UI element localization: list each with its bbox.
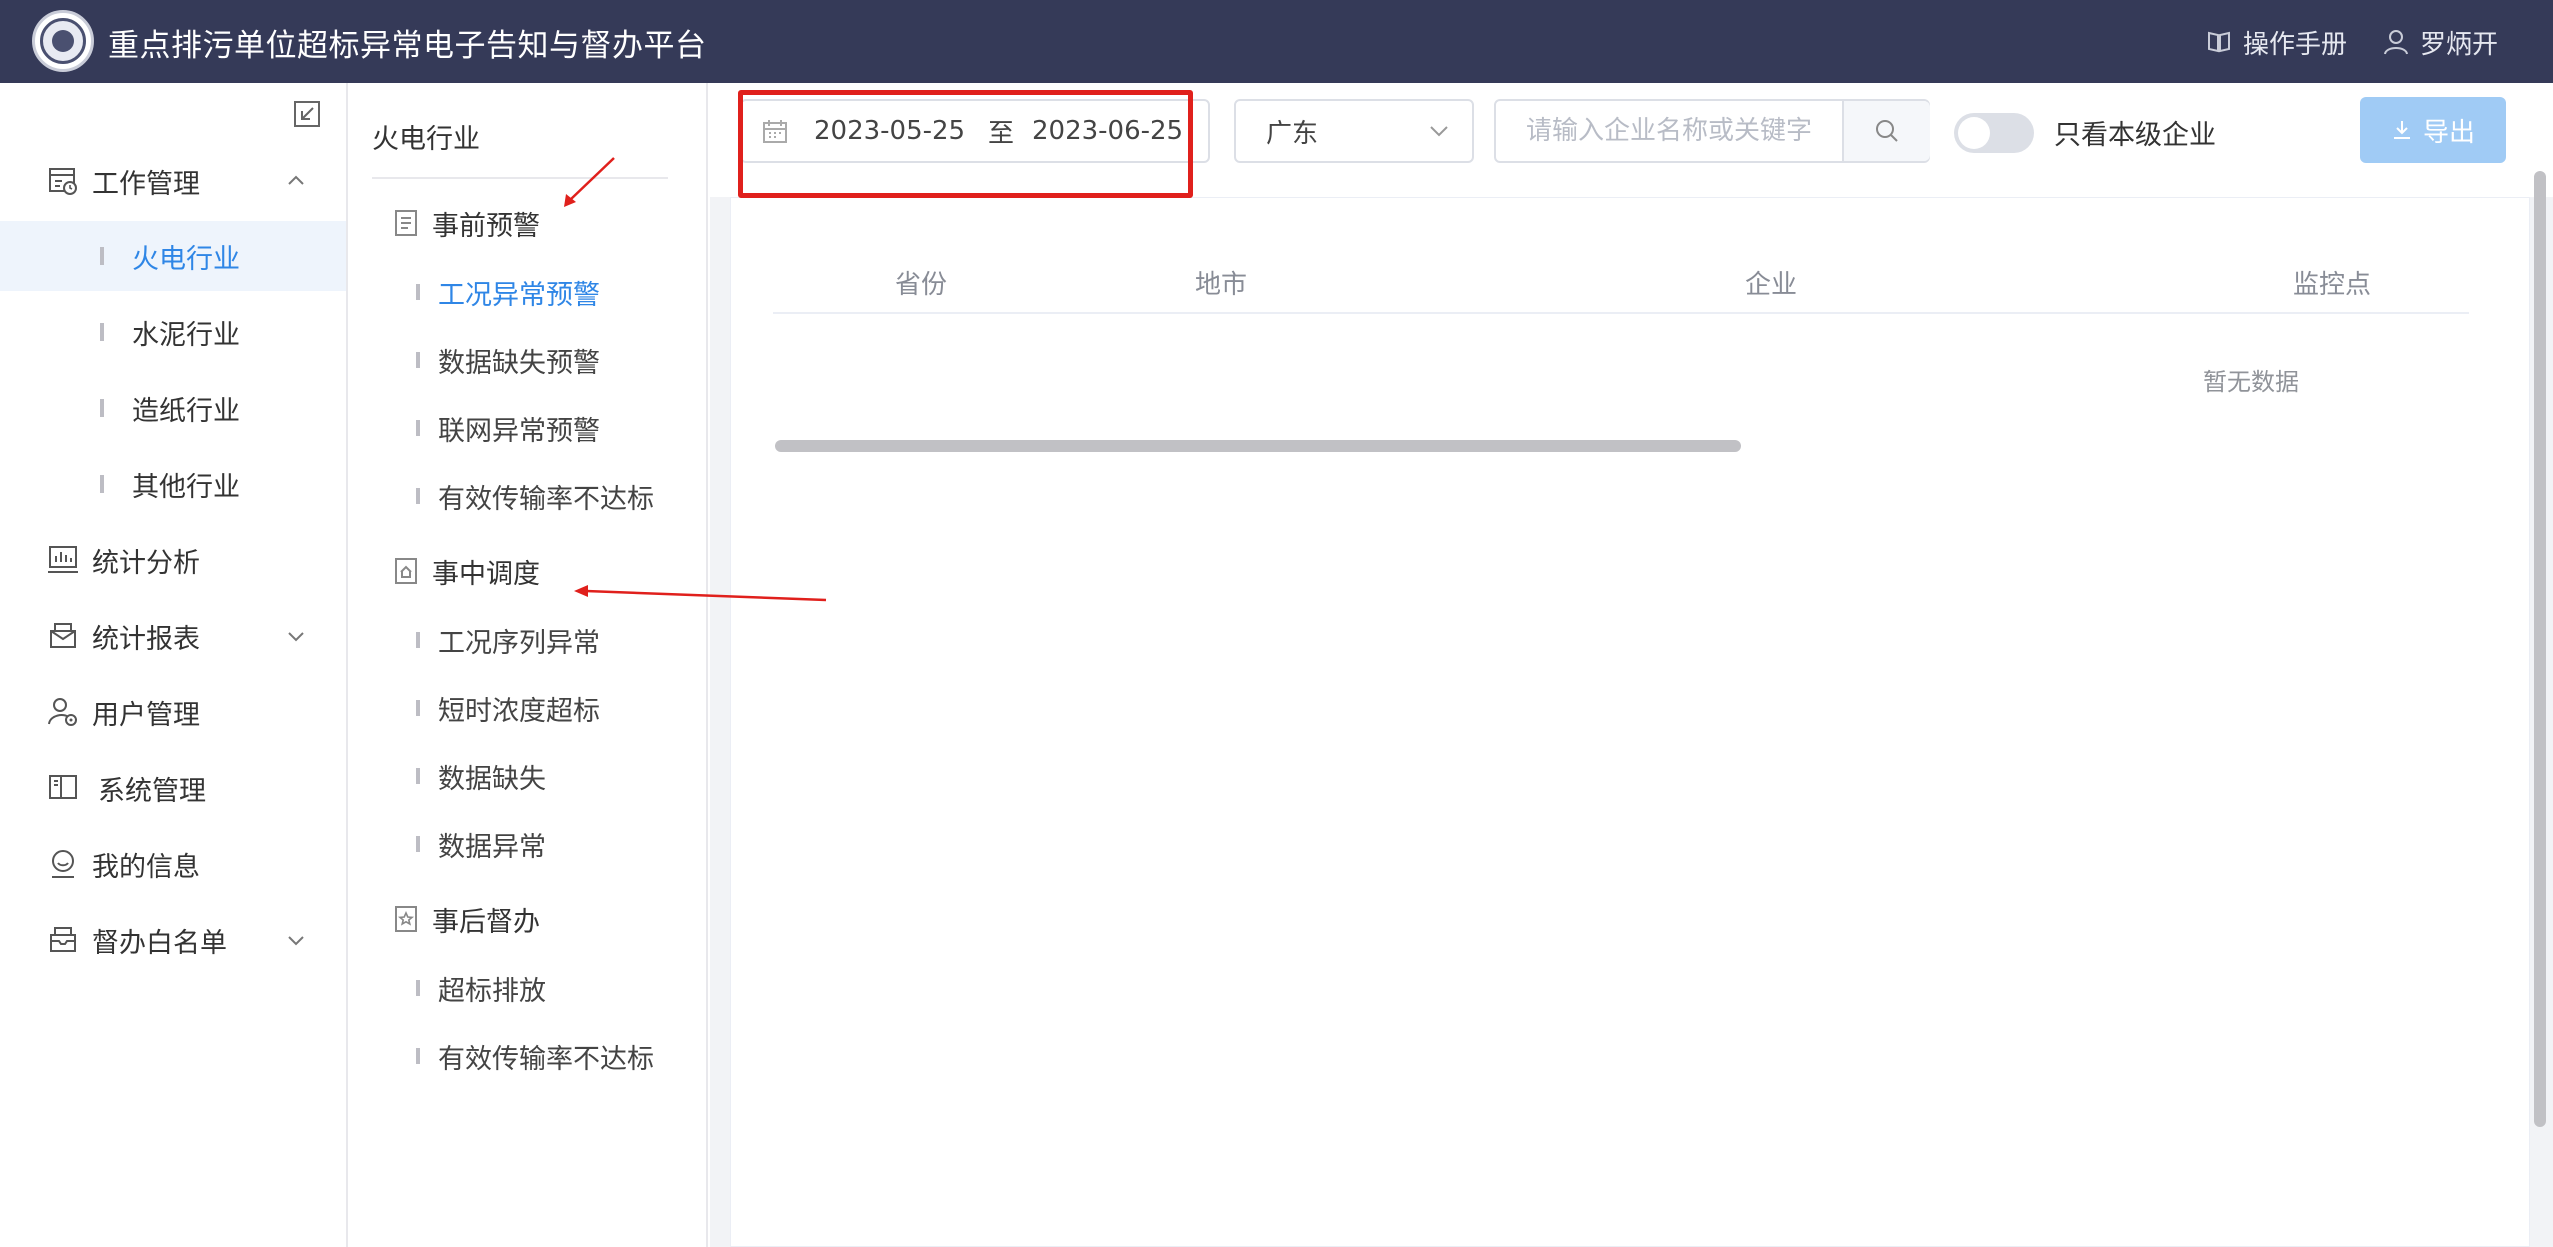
profile-icon: [46, 847, 80, 881]
table-header-divider: [773, 312, 2469, 314]
menu-item-condition-sequence[interactable]: 工况序列异常: [416, 618, 600, 662]
menu-item-label: 工况异常预警: [438, 279, 600, 311]
user-gear-icon: [46, 695, 80, 729]
divider: [372, 177, 668, 179]
group-in-process[interactable]: 事中调度: [392, 549, 540, 593]
export-label: 导出: [2422, 116, 2475, 147]
group-label: 事后督办: [432, 906, 540, 938]
region-select[interactable]: 广东: [1234, 99, 1474, 163]
collapse-icon: [294, 101, 320, 127]
group-pre-warning[interactable]: 事前预警: [392, 201, 540, 245]
work-icon: [46, 164, 80, 198]
chevron-down-icon: [284, 928, 308, 952]
report-icon: [46, 619, 80, 653]
menu-item-short-concentration[interactable]: 短时浓度超标: [416, 686, 600, 730]
document-icon: [392, 208, 420, 238]
menu-item-label: 短时浓度超标: [438, 695, 600, 727]
menu-item-data-missing[interactable]: 数据缺失: [416, 754, 546, 798]
search-input[interactable]: [1498, 103, 1842, 159]
sidebar-sub-thermal-power[interactable]: 火电行业: [0, 221, 346, 291]
sidebar-sub-label: 其他行业: [132, 471, 240, 503]
search-button[interactable]: [1842, 101, 1930, 161]
manual-link[interactable]: 操作手册: [2205, 22, 2347, 62]
chevron-up-icon: [284, 169, 308, 193]
home-doc-icon: [392, 556, 420, 586]
sidebar-sub-paper[interactable]: 造纸行业: [0, 373, 346, 443]
data-table: 省份 地市 企业 监控点 暂无数据: [730, 197, 2530, 1247]
category-panel-title: 火电行业: [372, 124, 480, 155]
user-name: 罗炳开: [2420, 29, 2499, 60]
menu-item-condition-warning[interactable]: 工况异常预警: [416, 270, 600, 314]
own-level-toggle-label: 只看本级企业: [2054, 120, 2216, 151]
sidebar-item-label: 统计报表: [92, 623, 200, 655]
export-button[interactable]: 导出: [2360, 97, 2506, 163]
collapse-sidebar-button[interactable]: [292, 99, 322, 129]
empty-state-text: 暂无数据: [2203, 368, 2299, 396]
menu-item-label: 工况序列异常: [438, 627, 600, 659]
app-logo: [32, 10, 94, 72]
menu-item-label: 超标排放: [438, 975, 546, 1007]
search-icon: [1876, 120, 1898, 142]
menu-item-label: 数据缺失: [438, 763, 546, 795]
main-content: 2023-05-25 至 2023-06-25 广东 只看本级企业 导出: [710, 83, 2553, 1247]
sidebar-item-label: 我的信息: [92, 851, 200, 883]
region-value: 广东: [1266, 118, 1319, 149]
vertical-scrollbar[interactable]: [2534, 171, 2546, 1127]
sidebar-item-label: 系统管理: [98, 775, 206, 807]
sidebar-item-users[interactable]: 用户管理: [0, 677, 346, 747]
book-open-icon: [2205, 28, 2233, 56]
sidebar-item-my-info[interactable]: 我的信息: [0, 829, 346, 899]
chevron-down-icon: [284, 624, 308, 648]
category-panel: 火电行业 事前预警 工况异常预警 数据缺失预警 联网异常预警 有效传输率不达标 …: [350, 83, 708, 1247]
sidebar-sub-other[interactable]: 其他行业: [0, 449, 346, 519]
sidebar-item-label: 工作管理: [92, 168, 200, 200]
date-range-highlight-box: [738, 90, 1193, 198]
column-header-province[interactable]: 省份: [895, 264, 947, 301]
menu-item-label: 联网异常预警: [438, 415, 600, 447]
group-label: 事中调度: [432, 558, 540, 590]
sidebar-item-work[interactable]: 工作管理: [0, 146, 346, 216]
column-header-monitor-point[interactable]: 监控点: [2293, 264, 2371, 301]
chevron-down-icon: [1426, 118, 1452, 144]
sidebar-item-label: 统计分析: [92, 547, 200, 579]
column-header-city[interactable]: 地市: [1195, 264, 1247, 301]
menu-item-network-warning[interactable]: 联网异常预警: [416, 406, 600, 450]
sidebar-sub-cement[interactable]: 水泥行业: [0, 297, 346, 367]
sidebar-sub-label: 火电行业: [132, 243, 240, 275]
sidebar-item-whitelist[interactable]: 督办白名单: [0, 905, 346, 975]
menu-item-label: 数据缺失预警: [438, 347, 600, 379]
sidebar-item-statistics[interactable]: 统计分析: [0, 525, 346, 595]
download-icon: [2391, 119, 2413, 141]
sidebar-item-system[interactable]: 系统管理: [0, 753, 346, 823]
sidebar-item-label: 用户管理: [92, 699, 200, 731]
menu-item-label: 有效传输率不达标: [438, 483, 654, 515]
menu-item-missing-data-warning[interactable]: 数据缺失预警: [416, 338, 600, 382]
inbox-icon: [46, 923, 80, 957]
user-menu[interactable]: 罗炳开: [2382, 22, 2498, 62]
menu-item-label: 数据异常: [438, 831, 546, 863]
menu-item-label: 有效传输率不达标: [438, 1043, 654, 1075]
menu-item-transmission-rate[interactable]: 有效传输率不达标: [416, 474, 654, 518]
chart-icon: [46, 543, 80, 577]
menu-item-exceed-emission[interactable]: 超标排放: [416, 966, 546, 1010]
sidebar-sub-label: 造纸行业: [132, 395, 240, 427]
menu-item-transmission-rate-post[interactable]: 有效传输率不达标: [416, 1034, 654, 1078]
horizontal-scrollbar[interactable]: [775, 440, 1741, 452]
own-level-toggle[interactable]: [1954, 113, 2034, 153]
star-doc-icon: [392, 904, 420, 934]
column-header-enterprise[interactable]: 企业: [1745, 264, 1797, 301]
group-post-supervision[interactable]: 事后督办: [392, 897, 540, 941]
sidebar-sub-label: 水泥行业: [132, 319, 240, 351]
user-icon: [2382, 28, 2410, 56]
manual-label: 操作手册: [2243, 29, 2348, 60]
app-title: 重点排污单位超标异常电子告知与督办平台: [108, 28, 707, 64]
book-icon: [46, 771, 80, 805]
top-header: 重点排污单位超标异常电子告知与督办平台 操作手册 罗炳开: [0, 0, 2553, 83]
search-box: [1494, 99, 1930, 163]
sidebar-item-reports[interactable]: 统计报表: [0, 601, 346, 671]
group-label: 事前预警: [432, 210, 540, 242]
sidebar-item-label: 督办白名单: [92, 927, 227, 959]
menu-item-data-abnormal[interactable]: 数据异常: [416, 822, 546, 866]
sidebar: 工作管理 火电行业 水泥行业 造纸行业 其他行业 统计分析 统计报表 用户管理 …: [0, 83, 348, 1247]
